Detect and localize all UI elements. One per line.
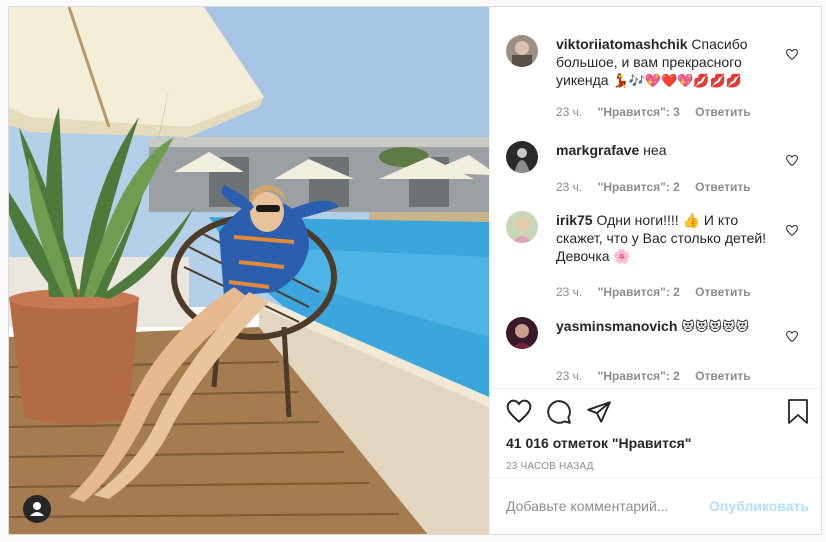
bookmark-icon[interactable] bbox=[786, 399, 810, 425]
likes-count[interactable]: 41 016 отметок "Нравится" bbox=[506, 435, 691, 451]
like-icon[interactable] bbox=[506, 399, 532, 425]
heart-icon[interactable] bbox=[786, 155, 798, 167]
comment-likes[interactable]: "Нравится": 2 bbox=[598, 369, 680, 383]
reply-button[interactable]: Ответить bbox=[695, 180, 750, 194]
comment-likes[interactable]: "Нравится": 2 bbox=[598, 180, 680, 194]
comment-item: irik75 Одни ноги!!!! 👍 И кто скажет, что… bbox=[506, 211, 816, 311]
comment-meta: 23 ч. "Нравится": 2 Ответить bbox=[556, 285, 763, 299]
comment-body: неа bbox=[643, 142, 667, 158]
comment-username[interactable]: markgrafave bbox=[556, 142, 639, 158]
photo-illustration bbox=[9, 7, 489, 534]
comment-meta: 23 ч. "Нравится": 3 Ответить bbox=[556, 105, 763, 119]
heart-icon[interactable] bbox=[786, 49, 798, 61]
comment-item: markgrafave неа 23 ч. "Нравится": 2 Отве… bbox=[506, 141, 816, 201]
comment-text: yasminsmanovich 😻😻😻😻😻 bbox=[556, 317, 776, 337]
avatar[interactable] bbox=[506, 211, 538, 243]
side-panel: viktoriiatomashchik Спасибо большое, и в… bbox=[489, 7, 821, 534]
user-tag-icon[interactable] bbox=[23, 495, 51, 523]
post-time[interactable]: 23 ЧАСОВ НАЗАД bbox=[506, 461, 594, 472]
comment-username[interactable]: irik75 bbox=[556, 212, 593, 228]
comment-input[interactable] bbox=[506, 498, 726, 514]
comment-username[interactable]: viktoriiatomashchik bbox=[556, 36, 688, 52]
share-icon[interactable] bbox=[586, 399, 612, 425]
post-dialog: viktoriiatomashchik Спасибо большое, и в… bbox=[8, 6, 822, 535]
comment-age[interactable]: 23 ч. bbox=[556, 180, 582, 194]
avatar[interactable] bbox=[506, 35, 538, 67]
comment-meta: 23 ч. "Нравится": 2 Ответить bbox=[556, 180, 763, 194]
comment-age[interactable]: 23 ч. bbox=[556, 285, 582, 299]
comment-meta: 23 ч. "Нравится": 2 Ответить bbox=[556, 369, 763, 383]
comment-username[interactable]: yasminsmanovich bbox=[556, 318, 677, 334]
comment-likes[interactable]: "Нравится": 2 bbox=[598, 285, 680, 299]
heart-icon[interactable] bbox=[786, 331, 798, 343]
avatar[interactable] bbox=[506, 141, 538, 173]
heart-icon[interactable] bbox=[786, 225, 798, 237]
comment-item: viktoriiatomashchik Спасибо большое, и в… bbox=[506, 35, 816, 125]
comment-emoji: 💃🎶💖❤️💖💋💋💋 bbox=[612, 74, 742, 89]
comments-list[interactable]: viktoriiatomashchik Спасибо большое, и в… bbox=[490, 7, 821, 387]
comment-text: irik75 Одни ноги!!!! 👍 И кто скажет, что… bbox=[556, 211, 776, 265]
post-photo[interactable] bbox=[9, 7, 489, 534]
comment-likes[interactable]: "Нравится": 3 bbox=[598, 105, 680, 119]
reply-button[interactable]: Ответить bbox=[695, 105, 750, 119]
comment-emoji: 😻😻😻😻😻 bbox=[681, 320, 750, 335]
comment-age[interactable]: 23 ч. bbox=[556, 105, 582, 119]
publish-button[interactable]: Опубликовать bbox=[709, 498, 809, 514]
comment-age[interactable]: 23 ч. bbox=[556, 369, 582, 383]
reply-button[interactable]: Ответить bbox=[695, 285, 750, 299]
comment-icon[interactable] bbox=[546, 399, 572, 425]
reply-button[interactable]: Ответить bbox=[695, 369, 750, 383]
comment-composer: Опубликовать bbox=[490, 477, 821, 534]
comment-item: yasminsmanovich 😻😻😻😻😻 23 ч. "Нравится": … bbox=[506, 317, 816, 387]
comment-text: viktoriiatomashchik Спасибо большое, и в… bbox=[556, 35, 776, 91]
avatar[interactable] bbox=[506, 317, 538, 349]
comment-text: markgrafave неа bbox=[556, 141, 776, 159]
